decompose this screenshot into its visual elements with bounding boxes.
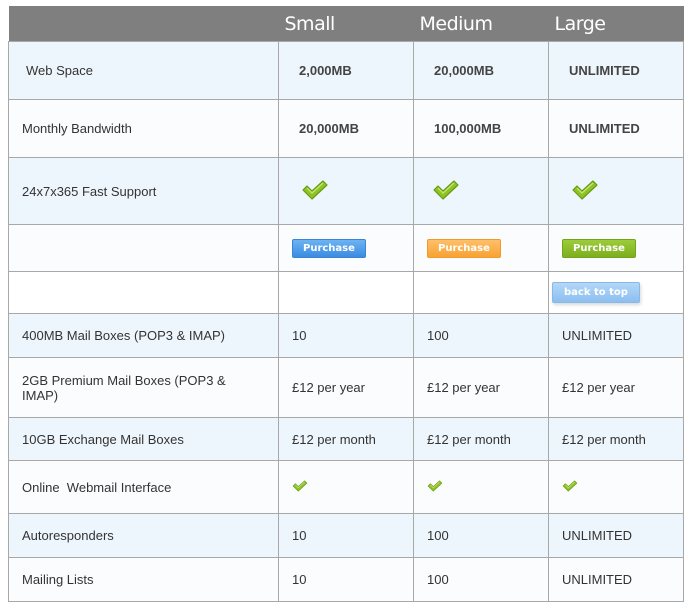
plan-header-large: Large <box>548 6 684 42</box>
value-small <box>278 460 414 514</box>
header-feature-cell <box>8 6 279 42</box>
value-small: 10 <box>278 313 414 358</box>
row-mailing-lists: Mailing Lists 10 100 UNLIMITED <box>8 557 684 602</box>
value-medium: £12 per year <box>413 357 549 418</box>
plan-header-small: Small <box>278 6 414 42</box>
row-webmail: Online Webmail Interface <box>8 460 684 514</box>
value-medium: 100,000MB <box>413 99 549 158</box>
empty-cell <box>8 271 279 314</box>
row-mailboxes-400: 400MB Mail Boxes (POP3 & IMAP) 10 100 UN… <box>8 313 684 358</box>
purchase-button-small[interactable]: Purchase <box>292 238 366 258</box>
pricing-table: Small Medium Large Web Space 2,000MB 20,… <box>8 6 684 602</box>
check-icon <box>427 479 443 493</box>
row-bandwidth: Monthly Bandwidth 20,000MB 100,000MB UNL… <box>8 99 684 158</box>
value-medium <box>413 460 549 514</box>
value-small: 10 <box>278 557 414 602</box>
check-icon <box>292 479 308 493</box>
feature-label: 400MB Mail Boxes (POP3 & IMAP) <box>8 313 279 358</box>
row-support: 24x7x365 Fast Support <box>8 157 684 225</box>
back-to-top-cell: back to top <box>548 271 684 314</box>
feature-label: 10GB Exchange Mail Boxes <box>8 417 279 461</box>
header-row: Small Medium Large <box>8 6 684 42</box>
check-icon <box>562 479 578 493</box>
check-icon <box>301 179 329 201</box>
row-back-to-top: back to top <box>8 271 684 314</box>
value-medium: £12 per month <box>413 417 549 461</box>
value-small: £12 per year <box>278 357 414 418</box>
value-medium: 20,000MB <box>413 41 549 100</box>
row-purchase: Purchase Purchase Purchase <box>8 224 684 272</box>
check-icon <box>571 179 599 201</box>
purchase-cell-small: Purchase <box>278 224 414 272</box>
value-large <box>548 157 684 225</box>
feature-label: 24x7x365 Fast Support <box>8 157 279 225</box>
value-medium: 100 <box>413 313 549 358</box>
purchase-button-medium[interactable]: Purchase <box>427 238 501 258</box>
value-small: 20,000MB <box>278 99 414 158</box>
plan-header-medium: Medium <box>413 6 549 42</box>
value-large: £12 per year <box>548 357 684 418</box>
value-large: UNLIMITED <box>548 557 684 602</box>
purchase-cell-medium: Purchase <box>413 224 549 272</box>
purchase-button-large[interactable]: Purchase <box>562 238 636 258</box>
check-icon <box>432 179 460 201</box>
purchase-cell-large: Purchase <box>548 224 684 272</box>
value-medium <box>413 157 549 225</box>
row-exchange: 10GB Exchange Mail Boxes £12 per month £… <box>8 417 684 461</box>
back-to-top-button[interactable]: back to top <box>552 282 640 303</box>
feature-label: Mailing Lists <box>8 557 279 602</box>
empty-cell <box>278 271 414 314</box>
value-medium: 100 <box>413 513 549 558</box>
feature-label: Monthly Bandwidth <box>8 99 279 158</box>
feature-label: 2GB Premium Mail Boxes (POP3 & IMAP) <box>8 357 279 418</box>
value-small: 10 <box>278 513 414 558</box>
row-mailboxes-2gb: 2GB Premium Mail Boxes (POP3 & IMAP) £12… <box>8 357 684 418</box>
value-large: UNLIMITED <box>548 41 684 100</box>
row-autoresponders: Autoresponders 10 100 UNLIMITED <box>8 513 684 558</box>
value-large: UNLIMITED <box>548 513 684 558</box>
value-large: UNLIMITED <box>548 313 684 358</box>
value-large: £12 per month <box>548 417 684 461</box>
feature-label: Web Space <box>8 41 279 100</box>
feature-label: Online Webmail Interface <box>8 460 279 514</box>
value-small <box>278 157 414 225</box>
row-web-space: Web Space 2,000MB 20,000MB UNLIMITED <box>8 41 684 100</box>
value-medium: 100 <box>413 557 549 602</box>
value-large: UNLIMITED <box>548 99 684 158</box>
feature-label <box>8 224 279 272</box>
feature-label: Autoresponders <box>8 513 279 558</box>
empty-cell <box>413 271 549 314</box>
value-large <box>548 460 684 514</box>
value-small: £12 per month <box>278 417 414 461</box>
value-small: 2,000MB <box>278 41 414 100</box>
